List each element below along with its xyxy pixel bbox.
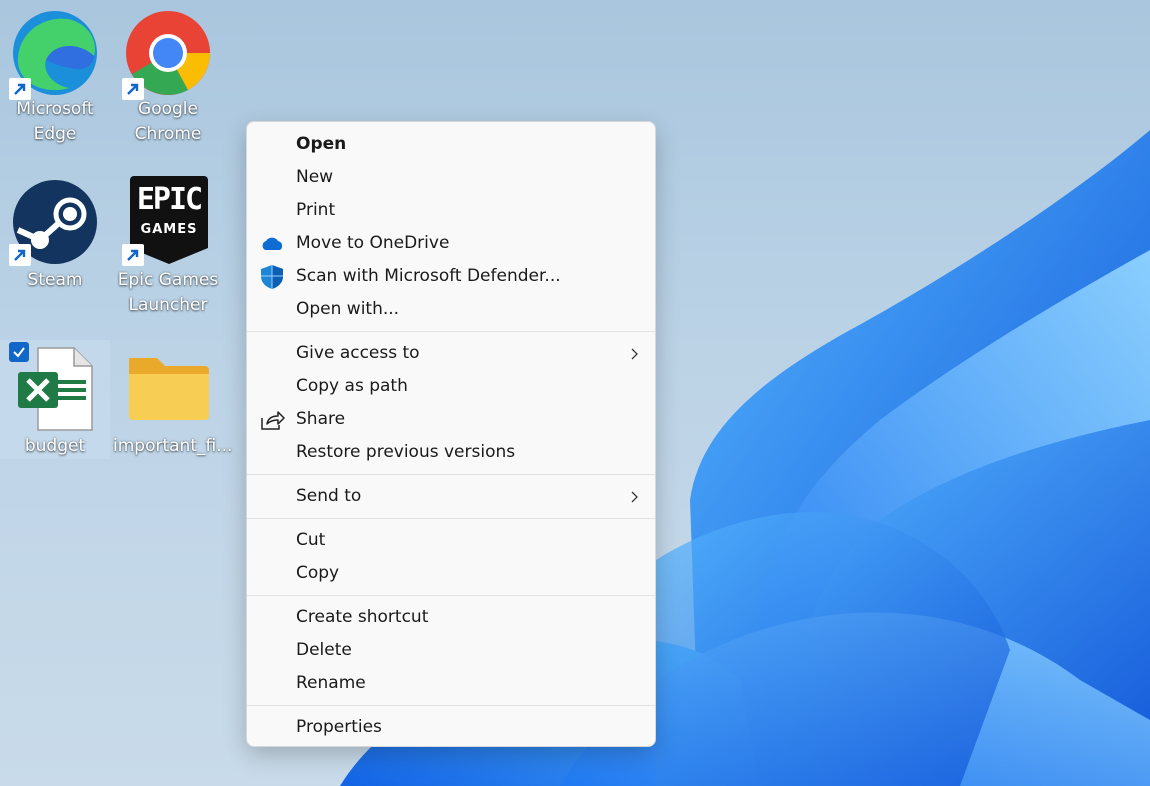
defender-shield-icon [261,265,283,289]
share-icon [261,411,285,430]
folder-icon [129,358,209,420]
context-menu: Open New Print Move to OneDrive Scan wit… [246,121,656,747]
desktop-icon-epic-games[interactable]: EPIC GAMES Epic Games Launcher [113,172,223,322]
menu-item-print[interactable]: Print [247,194,655,227]
chevron-right-icon [631,491,638,503]
menu-item-label: Scan with Microsoft Defender... [296,266,561,286]
menu-item-label: Send to [296,486,362,506]
menu-item-give-access-to[interactable]: Give access to [247,337,655,370]
menu-item-rename[interactable]: Rename [247,667,655,700]
desktop-icon-chrome[interactable]: Google Chrome [113,0,223,160]
menu-separator [247,518,655,519]
desktop-icon-label: Steam [27,270,83,290]
menu-separator [247,474,655,475]
menu-item-label: Copy [296,563,340,583]
menu-item-cut[interactable]: Cut [247,524,655,557]
menu-separator [247,595,655,596]
epic-logo-text-games: GAMES [140,222,198,237]
menu-item-restore-previous-versions[interactable]: Restore previous versions [247,436,655,469]
desktop-icon-label: Microsoft Edge [16,99,94,144]
menu-item-label: Print [296,200,336,220]
desktop-icon-label: important_fi... [113,436,233,456]
menu-item-move-to-onedrive[interactable]: Move to OneDrive [247,227,655,260]
menu-item-create-shortcut[interactable]: Create shortcut [247,601,655,634]
menu-item-label: New [296,167,334,187]
menu-item-send-to[interactable]: Send to [247,480,655,513]
menu-separator [247,705,655,706]
menu-item-label: Copy as path [296,376,408,396]
menu-item-label: Share [296,409,346,429]
epic-logo-text-epic: EPIC [136,182,203,217]
menu-separator [247,331,655,332]
menu-item-share[interactable]: Share [247,403,655,436]
menu-item-properties[interactable]: Properties [247,711,655,744]
menu-item-label: Move to OneDrive [296,233,450,253]
menu-item-label: Open with... [296,299,400,319]
shortcut-arrow-icon [122,244,144,266]
menu-item-label: Give access to [296,343,420,363]
desktop-icon-label: Google Chrome [134,99,202,144]
menu-item-label: Delete [296,640,352,660]
menu-item-label: Cut [296,530,326,550]
menu-item-delete[interactable]: Delete [247,634,655,667]
desktop-icon-edge[interactable]: Microsoft Edge [0,0,110,160]
shortcut-arrow-icon [9,244,31,266]
chevron-right-icon [631,348,638,360]
desktop-icon-label: budget [24,436,86,456]
menu-item-copy[interactable]: Copy [247,557,655,590]
menu-item-copy-as-path[interactable]: Copy as path [247,370,655,403]
menu-item-label: Open [296,134,347,154]
menu-item-new[interactable]: New [247,161,655,194]
desktop-icon-label: Epic Games Launcher [117,270,219,315]
menu-item-label: Restore previous versions [296,442,516,462]
desktop-icon-steam[interactable]: Steam [0,172,110,312]
desktop-icon-important-folder[interactable]: important_fi... [113,340,233,459]
excel-file-icon [18,347,93,431]
desktop-icon-budget[interactable]: budget [0,340,110,459]
menu-item-label: Create shortcut [296,607,429,627]
onedrive-cloud-icon [262,237,283,250]
menu-item-label: Properties [296,717,382,737]
menu-item-label: Rename [296,673,366,693]
menu-item-open-with[interactable]: Open with... [247,293,655,326]
menu-item-open[interactable]: Open [247,128,655,161]
menu-item-scan-defender[interactable]: Scan with Microsoft Defender... [247,260,655,293]
